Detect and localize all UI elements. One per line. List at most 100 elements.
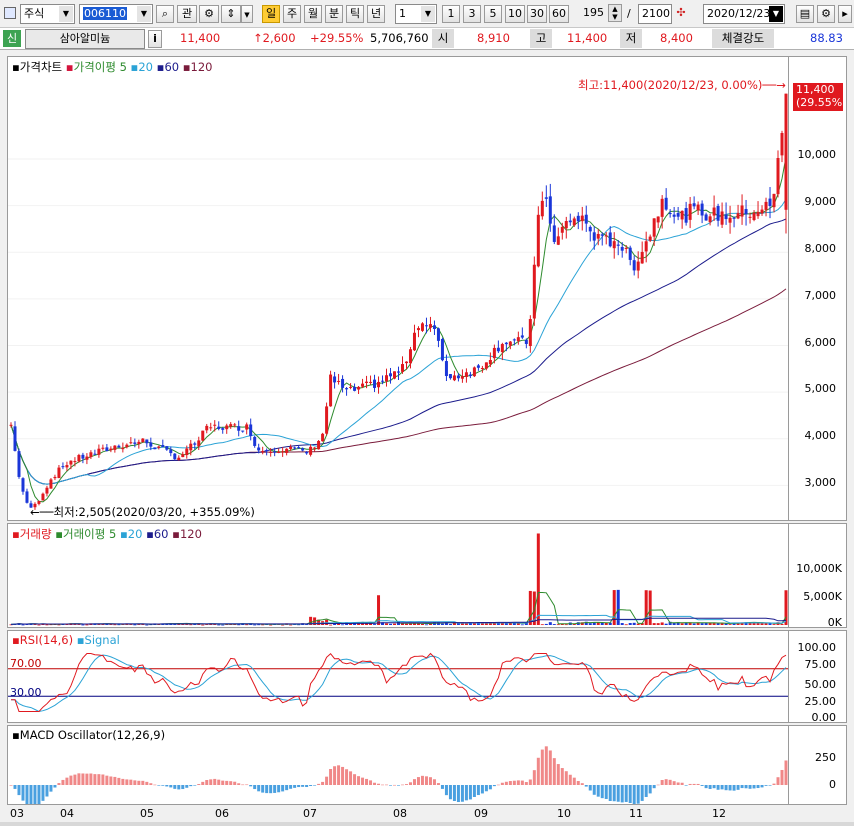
tab-tick[interactable]: 틱 — [346, 5, 364, 23]
volume-bar — [201, 624, 205, 626]
watch-button[interactable]: 관 — [177, 5, 197, 23]
candle-body — [748, 216, 752, 218]
macd-bar — [97, 774, 101, 785]
candle-body — [404, 361, 408, 364]
search-button[interactable]: ⌕ — [156, 5, 174, 23]
macd-bar — [628, 785, 632, 804]
tab-month[interactable]: 월 — [304, 5, 322, 23]
chevron-down-icon: ▼ — [59, 6, 73, 22]
candle-body — [61, 466, 65, 468]
rsi-legend: ▪RSI(14,6) ▪Signal — [12, 633, 120, 647]
macd-bar — [237, 783, 241, 785]
candle-body — [105, 447, 109, 452]
candle-body — [269, 451, 273, 453]
volume-legend: ▪거래량 ▪거래이평 5 ▪20 ▪60 ▪120 — [12, 527, 202, 541]
candle-body — [161, 445, 165, 448]
candle-body — [732, 217, 736, 219]
display-count-input[interactable]: 195 ▲ ▼ — [578, 4, 622, 24]
tab-minute[interactable]: 분 — [325, 5, 343, 23]
candle-body — [389, 373, 393, 377]
candle-body — [265, 450, 269, 452]
candle-body — [153, 447, 157, 450]
settings-button[interactable]: ⚙ — [199, 5, 219, 23]
tab-year[interactable]: 년 — [367, 5, 385, 23]
stock-code-input[interactable]: 006110 ▼ — [79, 4, 153, 24]
candle-body — [25, 491, 29, 503]
horizontal-scrollbar[interactable] — [0, 822, 854, 826]
macd-bar — [552, 758, 556, 785]
month-label: 10 — [557, 807, 571, 820]
macd-bar — [281, 785, 285, 792]
spin-icon[interactable]: ▲ ▼ — [608, 4, 622, 22]
candle-body — [556, 236, 560, 245]
candle-body — [472, 367, 476, 377]
scroll-button[interactable]: ⇕ — [221, 5, 241, 23]
candle-body — [201, 430, 205, 441]
macd-bar — [81, 773, 85, 785]
search-icon: ⌕ — [161, 7, 169, 20]
unit-1-button[interactable]: 1 — [442, 5, 460, 23]
tab-day[interactable]: 일 — [262, 5, 280, 23]
last-price-tag: 11,400 (29.55%) — [793, 83, 846, 111]
reset-button[interactable]: ✣ — [673, 5, 689, 23]
macd-bar — [381, 784, 385, 786]
candle-body — [496, 347, 500, 352]
macd-bar — [345, 769, 349, 785]
macd-bar — [580, 783, 584, 785]
rsi-axis: 100.00 75.00 50.00 25.00 0.00 — [789, 630, 847, 723]
total-count-input[interactable]: 2100 — [638, 4, 672, 24]
volume-bar — [592, 622, 596, 625]
candle-body — [365, 381, 369, 383]
options-button[interactable]: ⚙ — [817, 5, 835, 23]
dropdown-button[interactable]: ▼ — [241, 5, 253, 23]
more-button[interactable]: ▸ — [838, 5, 852, 23]
price-chart-panel[interactable]: ▪가격차트 ▪가격이평 5 ▪20 ▪60 ▪120 최고:11,400(202… — [7, 56, 789, 521]
low-value: 8,400 — [660, 31, 693, 45]
chart-type-button[interactable]: ▤ — [796, 5, 814, 23]
date-picker[interactable]: 2020/12/23 ▼ — [703, 4, 785, 24]
tab-week[interactable]: 주 — [283, 5, 301, 23]
candle-body — [197, 440, 201, 447]
unit-10-button[interactable]: 10 — [505, 5, 525, 23]
unit-select[interactable]: 1 ▼ — [395, 4, 437, 24]
macd-bar — [77, 773, 81, 785]
unit-3-button[interactable]: 3 — [463, 5, 481, 23]
candle-body — [253, 436, 257, 446]
macd-bar — [277, 785, 281, 793]
volume-panel[interactable]: ▪거래량 ▪거래이평 5 ▪20 ▪60 ▪120 — [7, 523, 789, 628]
candle-body — [524, 339, 528, 344]
rsi-panel[interactable]: ▪RSI(14,6) ▪Signal 70.00 30.00 — [7, 630, 789, 723]
macd-bar — [289, 785, 293, 789]
unit-60-button[interactable]: 60 — [549, 5, 569, 23]
unit-5-button[interactable]: 5 — [484, 5, 502, 23]
candle-body — [760, 209, 764, 214]
info-button[interactable]: i — [148, 30, 162, 48]
volume-ma-5-line — [10, 592, 787, 625]
macd-bar — [616, 785, 620, 802]
macd-bar — [756, 785, 760, 789]
volume-axis: 10,000K 5,000K 0K — [789, 523, 847, 628]
volume-bar — [440, 623, 444, 625]
volume-bar — [253, 624, 257, 626]
gear-icon: ⚙ — [204, 7, 214, 20]
volume-bar — [81, 624, 85, 626]
candle-body — [752, 212, 756, 220]
macd-bar — [776, 777, 780, 785]
candle-body — [564, 221, 568, 229]
candle-body — [181, 454, 185, 458]
candle-body — [620, 246, 624, 251]
volume-bar — [281, 624, 285, 626]
macd-bar — [161, 785, 165, 786]
market-type-select[interactable]: 주식 ▼ — [20, 4, 75, 24]
price-chart — [8, 93, 788, 510]
macd-panel[interactable]: ▪MACD Oscillator(12,26,9) — [7, 725, 789, 805]
volume-bar — [660, 622, 664, 625]
candle-body — [309, 446, 313, 455]
macd-bar — [600, 785, 604, 799]
macd-bar — [652, 785, 656, 789]
macd-bar — [265, 785, 269, 794]
candle-body — [121, 447, 125, 450]
unit-30-button[interactable]: 30 — [527, 5, 547, 23]
candle-body — [261, 451, 265, 453]
candle-body — [592, 232, 596, 241]
